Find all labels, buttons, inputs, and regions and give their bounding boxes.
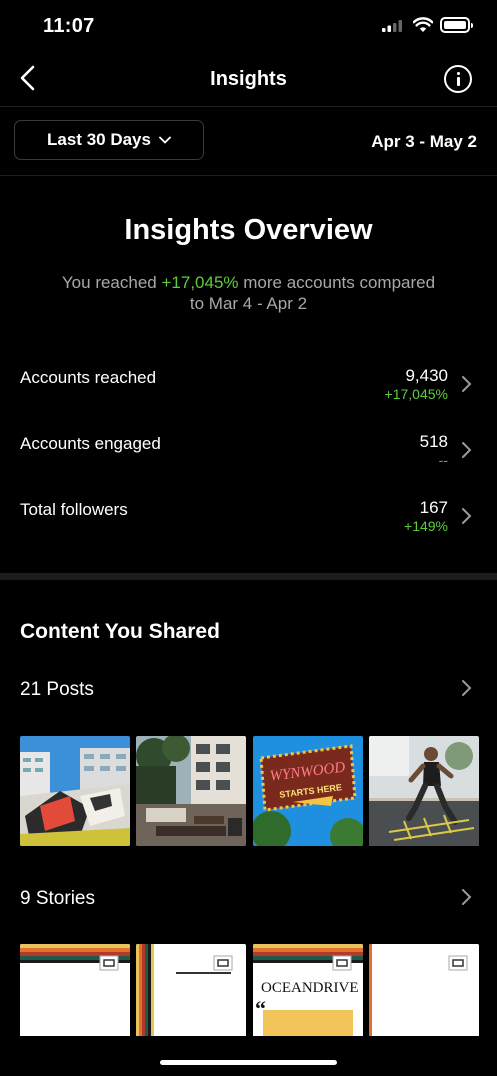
post-thumbnail-athlete[interactable] <box>369 736 479 846</box>
filter-divider <box>0 175 497 176</box>
overview-title: Insights Overview <box>124 214 373 246</box>
section-divider <box>0 573 497 580</box>
metric-accounts-reached-value: 9,430 <box>405 366 448 385</box>
reach-change-highlight: +17,045% <box>161 273 239 292</box>
metric-total-followers-value: 167 <box>419 498 448 517</box>
story-thumbnail <box>369 944 479 1036</box>
metric-accounts-engaged-label[interactable]: Accounts engaged <box>20 434 161 454</box>
metric-accounts-engaged-value: 518 <box>419 432 448 451</box>
athlete-agility-ladder-photo <box>369 736 479 846</box>
chevron-right-icon[interactable] <box>461 679 473 697</box>
battery-icon <box>440 17 473 33</box>
story-thumbnail-1[interactable] <box>20 944 130 1036</box>
story-thumbnail <box>20 944 130 1036</box>
info-icon[interactable] <box>444 65 472 93</box>
page-title: Insights <box>210 68 287 90</box>
story-thumbnail-2[interactable] <box>136 944 246 1036</box>
chevron-right-icon[interactable] <box>461 888 473 906</box>
metric-total-followers-label[interactable]: Total followers <box>20 500 128 520</box>
chevron-right-icon[interactable] <box>461 507 473 525</box>
metric-accounts-reached-delta: +17,045% <box>384 386 448 402</box>
story-thumbnail <box>136 944 246 1036</box>
date-range-value: Apr 3 - May 2 <box>371 132 477 151</box>
wifi-icon <box>413 17 433 32</box>
content-section-title: Content You Shared <box>20 620 220 643</box>
neon-sign-photo: WYNWOOD STARTS HERE <box>253 736 363 846</box>
chevron-right-icon[interactable] <box>461 375 473 393</box>
courtyard-lounge-photo <box>136 736 246 846</box>
story-brand-text: OCEANDRIVE <box>261 980 359 996</box>
header-divider <box>0 106 497 107</box>
date-range-label: Last 30 Days <box>47 130 151 149</box>
date-range-dropdown[interactable]: Last 30 Days <box>14 120 204 160</box>
chevron-right-icon[interactable] <box>461 441 473 459</box>
posts-row-label[interactable]: 21 Posts <box>20 679 94 701</box>
mural-building-photo <box>20 736 130 846</box>
post-thumbnail-mural[interactable] <box>20 736 130 846</box>
metric-accounts-engaged-delta: -- <box>438 452 448 468</box>
story-thumbnail: OCEANDRIVE “ <box>253 944 363 1036</box>
post-thumbnail-neon-sign[interactable]: WYNWOOD STARTS HERE <box>253 736 363 846</box>
story-thumbnail-3[interactable]: OCEANDRIVE “ <box>253 944 363 1036</box>
stories-row-label[interactable]: 9 Stories <box>20 888 95 910</box>
status-time: 11:07 <box>43 15 95 37</box>
chevron-down-icon <box>159 136 171 144</box>
post-thumbnail-courtyard[interactable] <box>136 736 246 846</box>
cellular-signal-icon <box>382 20 402 32</box>
metric-accounts-reached-label[interactable]: Accounts reached <box>20 368 156 388</box>
metric-total-followers-delta: +149% <box>404 518 448 534</box>
story-thumbnail-4[interactable] <box>369 944 479 1036</box>
overview-summary: You reached +17,045% more accounts compa… <box>61 273 436 313</box>
home-indicator[interactable] <box>160 1060 337 1065</box>
